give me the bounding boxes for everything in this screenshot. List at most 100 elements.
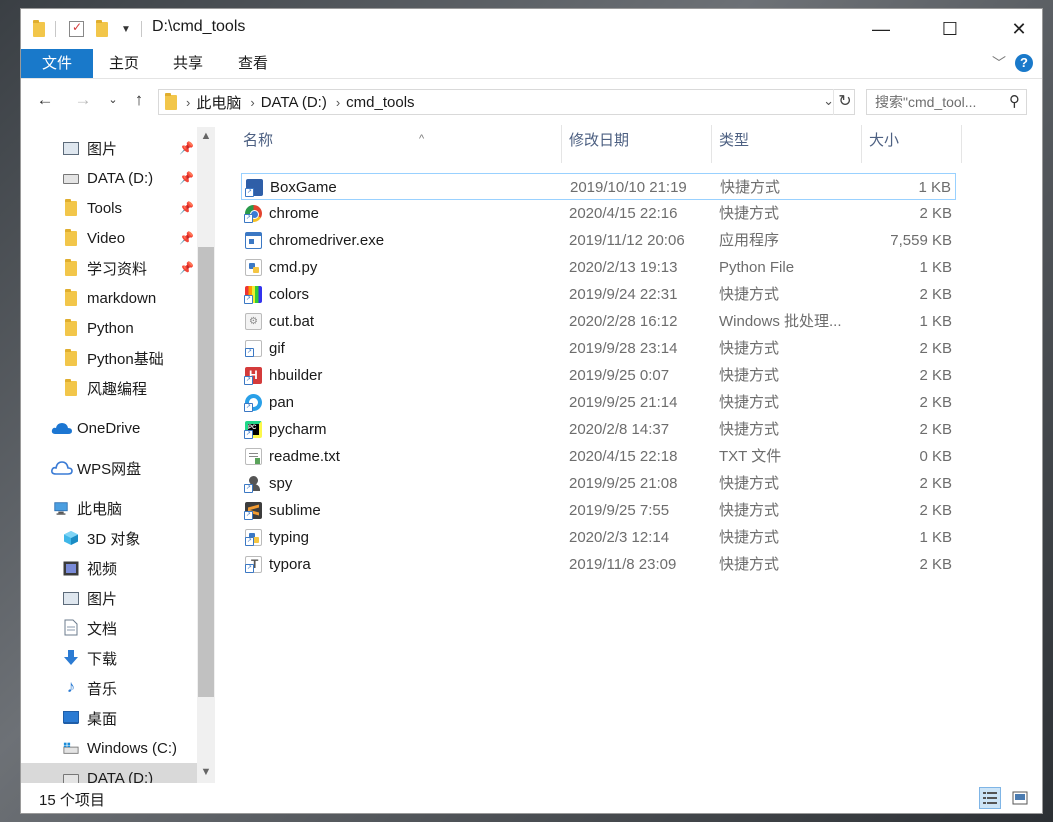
app-folder-icon xyxy=(33,19,45,39)
column-header-size[interactable]: 大小 xyxy=(869,123,959,163)
videos-icon xyxy=(63,561,79,575)
chevron-right-icon[interactable]: › xyxy=(186,95,190,110)
folder-icon xyxy=(63,228,79,246)
maximize-button[interactable]: ☐ xyxy=(927,9,973,49)
folder-icon xyxy=(63,258,79,276)
hbuilder-icon: H ↗ xyxy=(244,367,262,385)
sidebar-item-pictures-quick[interactable]: 图片 📌 xyxy=(21,133,217,163)
scroll-down-arrow-icon[interactable]: ▼ xyxy=(197,763,215,781)
computer-icon xyxy=(53,501,69,515)
table-row[interactable]: ↗ BoxGame 2019/10/10 21:19 快捷方式 1 KB xyxy=(241,173,956,200)
pin-icon[interactable]: 📌 xyxy=(179,231,194,245)
sidebar-item-python[interactable]: Python xyxy=(21,313,217,343)
sidebar-item-data-drive-quick[interactable]: DATA (D:) 📌 xyxy=(21,163,217,193)
drive-icon xyxy=(63,772,79,783)
table-row[interactable]: chromedriver.exe 2019/11/12 20:06 应用程序 7… xyxy=(241,227,956,254)
sidebar-item-fun-coding[interactable]: 风趣编程 xyxy=(21,373,217,403)
sidebar-item-study[interactable]: 学习资料 📌 xyxy=(21,253,217,283)
breadcrumb-data-drive[interactable]: DATA (D:) xyxy=(261,94,327,111)
navigation-bar: ← → ⌄ ↑ › 此电脑 › DATA (D:) › cmd_tools ⌄ … xyxy=(21,79,1042,123)
forward-button[interactable]: → xyxy=(73,89,93,111)
table-row[interactable]: PC ↗ pycharm 2020/2/8 14:37 快捷方式 2 KB xyxy=(241,416,956,443)
customize-toolbar-chevron-icon[interactable]: ▼ xyxy=(121,19,131,39)
expand-ribbon-chevron-icon[interactable]: ﹀ xyxy=(992,53,1006,73)
help-button[interactable]: ? xyxy=(1015,54,1033,72)
new-folder-icon[interactable] xyxy=(96,19,108,39)
pin-icon[interactable]: 📌 xyxy=(179,141,194,155)
sidebar-item-windows-c[interactable]: Windows (C:) xyxy=(21,733,217,763)
large-icons-view-icon xyxy=(1012,791,1028,805)
sidebar-item-wps-cloud[interactable]: WPS网盘 xyxy=(21,453,217,483)
sidebar-item-documents[interactable]: 文档 xyxy=(21,613,217,643)
address-folder-icon xyxy=(165,92,177,110)
up-button[interactable]: ↑ xyxy=(129,89,149,111)
sidebar-item-data-drive[interactable]: DATA (D:) xyxy=(21,763,197,783)
sidebar-item-music[interactable]: ♪ 音乐 xyxy=(21,673,217,703)
folder-icon xyxy=(63,198,79,216)
table-row[interactable]: ↗ colors 2019/9/24 22:31 快捷方式 2 KB xyxy=(241,281,956,308)
sidebar-item-desktop[interactable]: 桌面 xyxy=(21,703,217,733)
column-header-type[interactable]: 类型 xyxy=(719,123,859,163)
address-bar[interactable]: › 此电脑 › DATA (D:) › cmd_tools ⌄ xyxy=(158,89,855,115)
table-row[interactable]: readme.txt 2020/4/15 22:18 TXT 文件 0 KB xyxy=(241,443,956,470)
column-header-name[interactable]: 名称 ^ xyxy=(243,123,561,163)
wps-cloud-icon xyxy=(51,461,73,475)
tab-share[interactable]: 共享 xyxy=(165,49,211,78)
sidebar-item-tools[interactable]: Tools 📌 xyxy=(21,193,217,223)
python-file-icon xyxy=(245,259,262,276)
pin-icon[interactable]: 📌 xyxy=(179,261,194,275)
large-icons-view-button[interactable] xyxy=(1009,787,1031,809)
windows-drive-icon xyxy=(63,741,79,755)
refresh-button[interactable]: ↻ xyxy=(833,89,856,115)
table-row[interactable]: ↗ spy 2019/9/25 21:08 快捷方式 2 KB xyxy=(241,470,956,497)
ribbon: 文件 主页 共享 查看 ﹀ ? xyxy=(21,49,1042,79)
chevron-right-icon[interactable]: › xyxy=(336,95,340,110)
chrome-icon: ↗ xyxy=(244,205,262,223)
table-row[interactable]: ↗ pan 2019/9/25 21:14 快捷方式 2 KB xyxy=(241,389,956,416)
column-header-date[interactable]: 修改日期 xyxy=(569,123,709,163)
scroll-up-arrow-icon[interactable]: ▲ xyxy=(197,127,215,145)
sidebar-item-pictures[interactable]: 图片 xyxy=(21,583,217,613)
table-row[interactable]: ⚙ cut.bat 2020/2/28 16:12 Windows 批处理...… xyxy=(241,308,956,335)
minimize-button[interactable]: — xyxy=(858,9,904,49)
search-input[interactable]: 搜索"cmd_tool... ⚲ xyxy=(866,89,1027,115)
close-button[interactable]: ✕ xyxy=(996,9,1042,49)
breadcrumb-cmd-tools[interactable]: cmd_tools xyxy=(346,94,414,111)
sidebar-item-markdown[interactable]: markdown xyxy=(21,283,217,313)
table-row[interactable]: ↗ sublime 2019/9/25 7:55 快捷方式 2 KB xyxy=(241,497,956,524)
pin-icon[interactable]: 📌 xyxy=(179,201,194,215)
gif-icon: ↗ xyxy=(245,340,262,357)
properties-icon[interactable]: ✓ xyxy=(69,19,84,39)
search-placeholder: 搜索"cmd_tool... xyxy=(875,94,977,110)
file-explorer-window: ✓ ▼ D:\cmd_tools — ☐ ✕ 文件 主页 共享 查看 ﹀ ? ←… xyxy=(20,8,1043,814)
details-view-button[interactable] xyxy=(979,787,1001,809)
sidebar-item-video[interactable]: Video 📌 xyxy=(21,223,217,253)
chevron-right-icon[interactable]: › xyxy=(250,95,254,110)
table-row[interactable]: ↗ chrome 2020/4/15 22:16 快捷方式 2 KB xyxy=(241,200,956,227)
pycharm-icon: PC ↗ xyxy=(244,421,262,439)
tab-view[interactable]: 查看 xyxy=(230,49,276,78)
title-bar: ✓ ▼ D:\cmd_tools — ☐ ✕ xyxy=(21,9,1042,49)
pictures-icon xyxy=(63,591,79,605)
sidebar-scroll-thumb[interactable] xyxy=(198,247,214,697)
sidebar-item-videos[interactable]: 视频 xyxy=(21,553,217,583)
details-view-icon xyxy=(983,792,997,804)
status-bar: 15 个项目 xyxy=(21,783,1042,813)
sidebar-item-python-basics[interactable]: Python基础 xyxy=(21,343,217,373)
sidebar-item-3d-objects[interactable]: 3D 对象 xyxy=(21,523,217,553)
sidebar-item-onedrive[interactable]: OneDrive xyxy=(21,413,217,443)
back-button[interactable]: ← xyxy=(35,89,55,111)
table-row[interactable]: ↗ typing 2020/2/3 12:14 快捷方式 1 KB xyxy=(241,524,956,551)
recent-locations-chevron-icon[interactable]: ⌄ xyxy=(103,89,123,111)
sidebar-item-this-pc[interactable]: 此电脑 xyxy=(21,493,217,523)
table-row[interactable]: H ↗ hbuilder 2019/9/25 0:07 快捷方式 2 KB xyxy=(241,362,956,389)
folder-icon xyxy=(63,348,79,366)
tab-file[interactable]: 文件 xyxy=(21,49,93,78)
table-row[interactable]: cmd.py 2020/2/13 19:13 Python File 1 KB xyxy=(241,254,956,281)
breadcrumb-this-pc[interactable]: 此电脑 xyxy=(196,92,241,113)
table-row[interactable]: T ↗ typora 2019/11/8 23:09 快捷方式 2 KB xyxy=(241,551,956,578)
table-row[interactable]: ↗ gif 2019/9/28 23:14 快捷方式 2 KB xyxy=(241,335,956,362)
pin-icon[interactable]: 📌 xyxy=(179,171,194,185)
sidebar-item-downloads[interactable]: 下载 xyxy=(21,643,217,673)
tab-home[interactable]: 主页 xyxy=(101,49,147,78)
